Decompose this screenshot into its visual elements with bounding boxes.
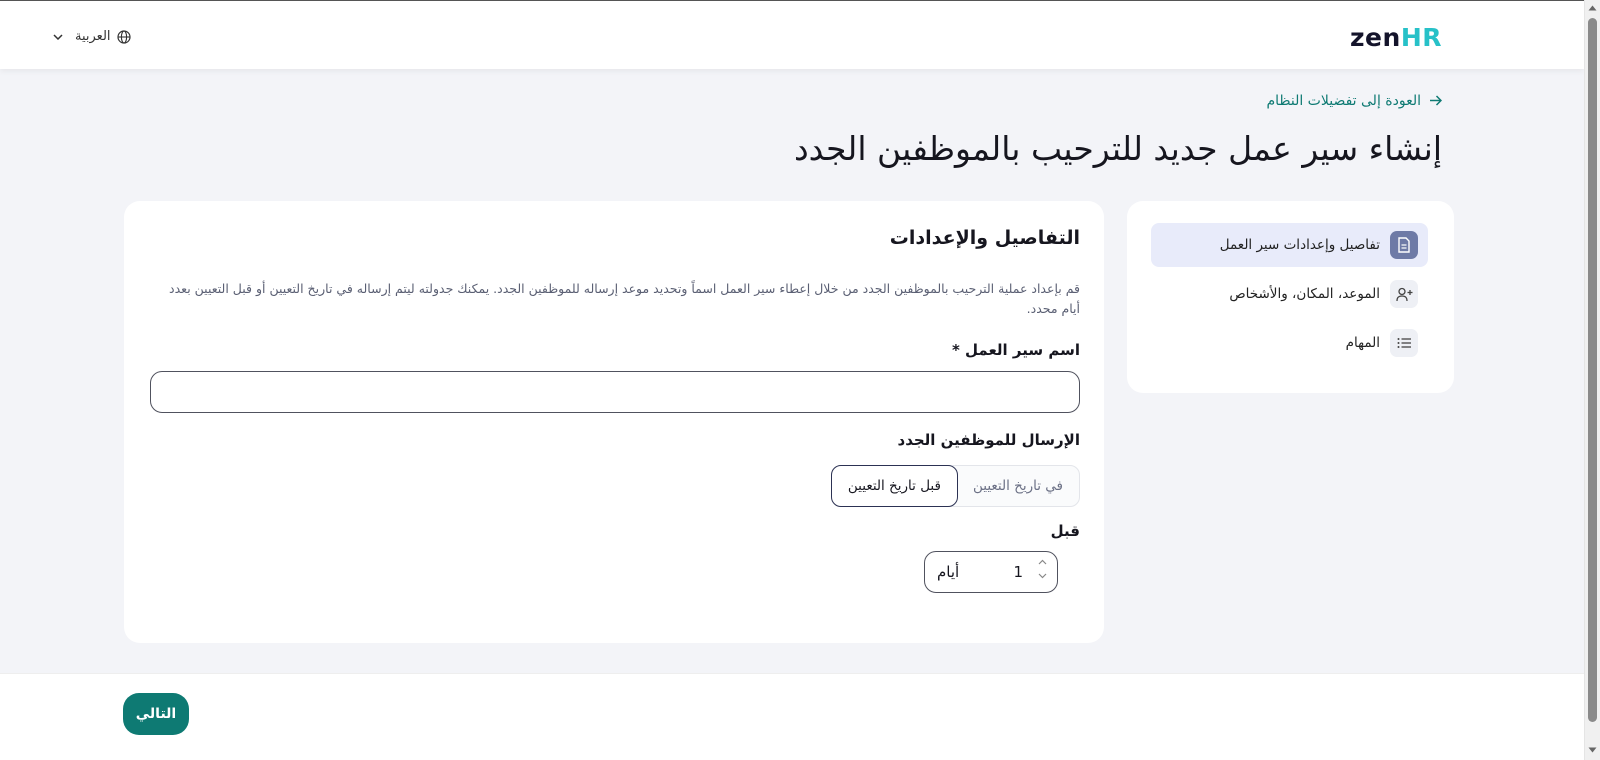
step-label: تفاصيل وإعدادات سير العمل — [1219, 237, 1380, 253]
logo-hr: HR — [1400, 23, 1442, 52]
days-value[interactable]: 1 — [1013, 563, 1023, 581]
globe-icon — [116, 29, 131, 44]
workflow-name-label: اسم سير العمل * — [951, 341, 1080, 359]
on-hire-date-option[interactable]: في تاريخ التعيين — [957, 466, 1079, 506]
step-tasks[interactable]: المهام — [1151, 321, 1428, 365]
steps-card: تفاصيل وإعدادات سير العمل الموعد، المكان… — [1127, 201, 1454, 393]
user-plus-icon — [1390, 280, 1418, 308]
list-icon — [1390, 329, 1418, 357]
workflow-name-input[interactable] — [150, 371, 1080, 413]
footer-bar: التالي — [0, 673, 1584, 760]
back-link-label: العودة إلى تفضيلات النظام — [1266, 93, 1421, 109]
send-to-new-employees-label: الإرسال للموظفين الجدد — [897, 431, 1081, 449]
top-header: zenHR العربية — [0, 1, 1584, 69]
chevron-down-icon[interactable] — [1038, 572, 1047, 582]
language-label: العربية — [75, 29, 111, 44]
scroll-down-icon[interactable] — [1588, 746, 1597, 756]
send-timing-toggle: في تاريخ التعيين قبل تاريخ التعيين — [830, 465, 1080, 507]
days-stepper[interactable]: 1 أيام — [924, 551, 1058, 593]
step-details-settings[interactable]: تفاصيل وإعدادات سير العمل — [1151, 223, 1428, 267]
step-label: المهام — [1345, 335, 1380, 351]
arrow-right-icon — [1429, 92, 1443, 110]
details-form-card: التفاصيل والإعدادات قم بإعداد عملية التر… — [124, 201, 1104, 643]
step-schedule-people[interactable]: الموعد، المكان، والأشخاص — [1151, 272, 1428, 316]
chevron-down-icon — [53, 33, 63, 40]
next-button[interactable]: التالي — [123, 693, 189, 735]
scrollbar-thumb[interactable] — [1588, 18, 1597, 722]
days-unit: أيام — [937, 563, 960, 581]
before-label: قبل — [1050, 522, 1080, 540]
scroll-up-icon[interactable] — [1588, 4, 1597, 14]
document-icon — [1390, 231, 1418, 259]
logo-zen: zen — [1350, 23, 1401, 52]
app-viewport: zenHR العربية العودة إلى تفضيلات النظام … — [0, 0, 1584, 760]
page-title: إنشاء سير عمل جديد للترحيب بالموظفين الج… — [793, 129, 1442, 168]
zenhr-logo[interactable]: zenHR — [1350, 23, 1442, 52]
language-selector[interactable]: العربية — [53, 29, 131, 44]
section-title: التفاصيل والإعدادات — [889, 227, 1080, 249]
section-description: قم بإعداد عملية الترحيب بالموظفين الجدد … — [169, 281, 1080, 316]
page-scrollbar[interactable] — [1584, 0, 1600, 760]
step-label: الموعد، المكان، والأشخاص — [1229, 286, 1380, 302]
chevron-up-icon[interactable] — [1038, 558, 1047, 568]
stepper-arrows[interactable] — [1038, 558, 1047, 582]
before-hire-date-option[interactable]: قبل تاريخ التعيين — [830, 465, 958, 507]
back-to-preferences-link[interactable]: العودة إلى تفضيلات النظام — [1266, 92, 1443, 110]
